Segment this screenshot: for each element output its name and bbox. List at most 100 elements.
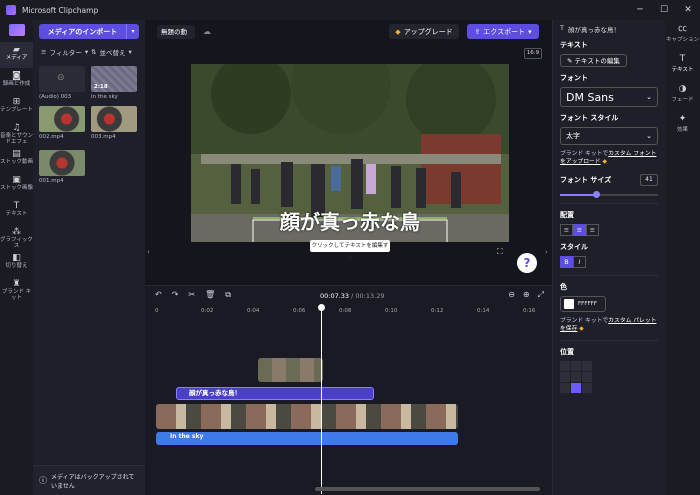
- filter-button[interactable]: ≡ フィルター ▾: [41, 44, 91, 60]
- font-select[interactable]: DM Sans ⌄: [560, 87, 658, 107]
- aspect-ratio-button[interactable]: 16:9: [524, 48, 542, 59]
- nav-graphics[interactable]: ⁂ グラフィックス: [0, 224, 33, 250]
- diamond-icon: ◆: [395, 27, 401, 36]
- upgrade-button[interactable]: ◆ アップグレード: [389, 24, 459, 39]
- brand-font-link[interactable]: ブランド キットでカスタム フォントをアップロード ◆: [560, 150, 658, 166]
- text-icon: T: [560, 24, 564, 32]
- align-center-button[interactable]: ≡: [573, 224, 586, 236]
- backup-notice[interactable]: ⓘ メディアはバックアップされていません: [33, 465, 145, 495]
- music-icon: ♫: [12, 123, 21, 133]
- playhead[interactable]: [321, 306, 322, 494]
- position-grid[interactable]: [560, 361, 658, 393]
- position-cell[interactable]: [582, 383, 592, 393]
- timeline-scrollbar[interactable]: [315, 487, 540, 491]
- nav-transitions[interactable]: ◧ 切り替え: [0, 250, 33, 276]
- edit-text-button[interactable]: ✎ テキストの編集: [560, 54, 627, 67]
- maximize-button[interactable]: ☐: [652, 0, 676, 20]
- chevron-right-icon[interactable]: ›: [545, 248, 548, 256]
- chevron-left-icon[interactable]: ‹: [147, 248, 150, 256]
- media-item-audio[interactable]: ⊝: [39, 66, 85, 92]
- sort-button[interactable]: ⇅ 並べ替え ▾: [91, 44, 141, 60]
- fit-icon[interactable]: ⤢: [538, 290, 544, 300]
- filter-icon: ≡: [41, 48, 47, 56]
- font-section-title: フォント: [560, 74, 588, 82]
- text-clip[interactable]: 顔が真っ赤な鳥！: [176, 387, 374, 400]
- export-button[interactable]: ⇪ エクスポート ▾: [467, 24, 539, 39]
- duplicate-icon[interactable]: ⧉: [225, 290, 231, 300]
- font-style-select[interactable]: 太字 ⌄: [560, 127, 658, 145]
- fullscreen-icon[interactable]: ⛶: [497, 247, 503, 257]
- zoom-out-icon[interactable]: ⊖: [508, 290, 515, 300]
- brand-palette-link[interactable]: ブランド キットでカスタム パレットを保存 ◆: [560, 317, 658, 333]
- help-button[interactable]: ?: [517, 253, 537, 273]
- cloud-off-icon: ☁: [203, 27, 211, 36]
- nav-brand-kit[interactable]: ♜ ブランド キット: [0, 276, 33, 302]
- chevron-down-icon: ⌄: [646, 132, 652, 140]
- nav-media[interactable]: ▰ メディア: [0, 42, 33, 68]
- window-titlebar: Microsoft Clipchamp ─ ☐ ✕: [0, 0, 700, 20]
- position-cell-selected[interactable]: [571, 383, 581, 393]
- text-icon: T: [679, 54, 686, 64]
- project-name-input[interactable]: 無題の動: [157, 25, 195, 39]
- nav-templates[interactable]: ⊞ テンプレート: [0, 94, 33, 120]
- chevron-down-icon[interactable]: ▾: [126, 24, 139, 39]
- graphics-icon: ⁂: [12, 227, 21, 237]
- position-cell[interactable]: [560, 372, 570, 382]
- position-cell[interactable]: [582, 372, 592, 382]
- bold-button[interactable]: B: [560, 256, 573, 268]
- fade-icon: ◑: [678, 84, 687, 94]
- brand-kit-icon: ♜: [12, 279, 21, 289]
- align-left-button[interactable]: ≡: [560, 224, 573, 236]
- media-item-003[interactable]: [91, 106, 137, 132]
- italic-button[interactable]: I: [573, 256, 586, 268]
- slider-knob[interactable]: [593, 191, 600, 198]
- caption-text[interactable]: 顔が真っ赤な鳥: [191, 206, 509, 235]
- playhead-handle[interactable]: [318, 304, 325, 311]
- font-size-input[interactable]: 41: [640, 174, 658, 186]
- nav-text[interactable]: T テキスト: [0, 198, 33, 224]
- properties-panel: T 顔が真っ赤な鳥！ テキスト ✎ テキストの編集 フォント DM Sans ⌄ フ…: [552, 20, 665, 495]
- rnav-effects[interactable]: ✦ 効果: [665, 110, 700, 140]
- rnav-fade[interactable]: ◑ フェード: [665, 80, 700, 110]
- chevron-down-icon: ⌄: [646, 93, 652, 101]
- nav-stock-image[interactable]: ▣ ストック画像: [0, 172, 33, 198]
- zoom-in-icon[interactable]: ⊕: [523, 290, 530, 300]
- folder-icon: ▰: [13, 45, 20, 55]
- rnav-text[interactable]: T テキスト: [665, 50, 700, 80]
- redo-icon[interactable]: ↷: [172, 290, 179, 300]
- font-size-slider[interactable]: [560, 191, 658, 198]
- trash-icon[interactable]: 🗑: [205, 290, 215, 300]
- undo-icon[interactable]: ↶: [155, 290, 162, 300]
- video-clip-main[interactable]: [156, 404, 458, 429]
- nav-record[interactable]: ◙ 録画と作成: [0, 68, 33, 94]
- import-media-button[interactable]: メディアのインポート ▾: [39, 24, 139, 39]
- rnav-captions[interactable]: ㏄キャプション: [665, 20, 700, 50]
- position-cell[interactable]: [560, 383, 570, 393]
- color-picker[interactable]: FFFFFF: [560, 296, 606, 312]
- minimize-button[interactable]: ─: [628, 0, 652, 20]
- video-preview[interactable]: 顔が真っ赤な鳥: [191, 64, 509, 242]
- media-item-in-the-sky[interactable]: 2:18: [91, 66, 137, 92]
- audio-clip[interactable]: In the sky: [156, 432, 458, 445]
- media-item-001[interactable]: [39, 150, 85, 176]
- stock-image-icon: ▣: [12, 175, 21, 185]
- position-cell[interactable]: [571, 372, 581, 382]
- link-icon: ⊝: [57, 73, 65, 83]
- close-button[interactable]: ✕: [676, 0, 700, 20]
- media-item-002[interactable]: [39, 106, 85, 132]
- timeline-ruler[interactable]: 0 0:02 0:04 0:06 0:08 0:10 0:12 0:14 0:1…: [155, 306, 545, 318]
- diamond-icon: ◆: [602, 159, 607, 165]
- stock-video-icon: ▤: [12, 149, 21, 159]
- nav-music[interactable]: ♫ 音楽とサウンドエフェ: [0, 120, 33, 146]
- scissors-icon[interactable]: ✂: [188, 290, 195, 300]
- align-right-button[interactable]: ≡: [586, 224, 599, 236]
- position-cell[interactable]: [582, 361, 592, 371]
- upload-icon: ⇪: [474, 27, 481, 36]
- video-clip-overlay[interactable]: [258, 358, 323, 382]
- templates-icon: ⊞: [12, 97, 21, 107]
- position-cell[interactable]: [571, 361, 581, 371]
- timeline: ↶ ↷ ✂ 🗑 ⧉ 00:07.33 / 00:13.29 ⊖ ⊕ ⤢ 0 0:…: [145, 285, 552, 495]
- chevron-down-icon: ▾: [128, 48, 132, 56]
- nav-stock-video[interactable]: ▤ ストック動画: [0, 146, 33, 172]
- position-cell[interactable]: [560, 361, 570, 371]
